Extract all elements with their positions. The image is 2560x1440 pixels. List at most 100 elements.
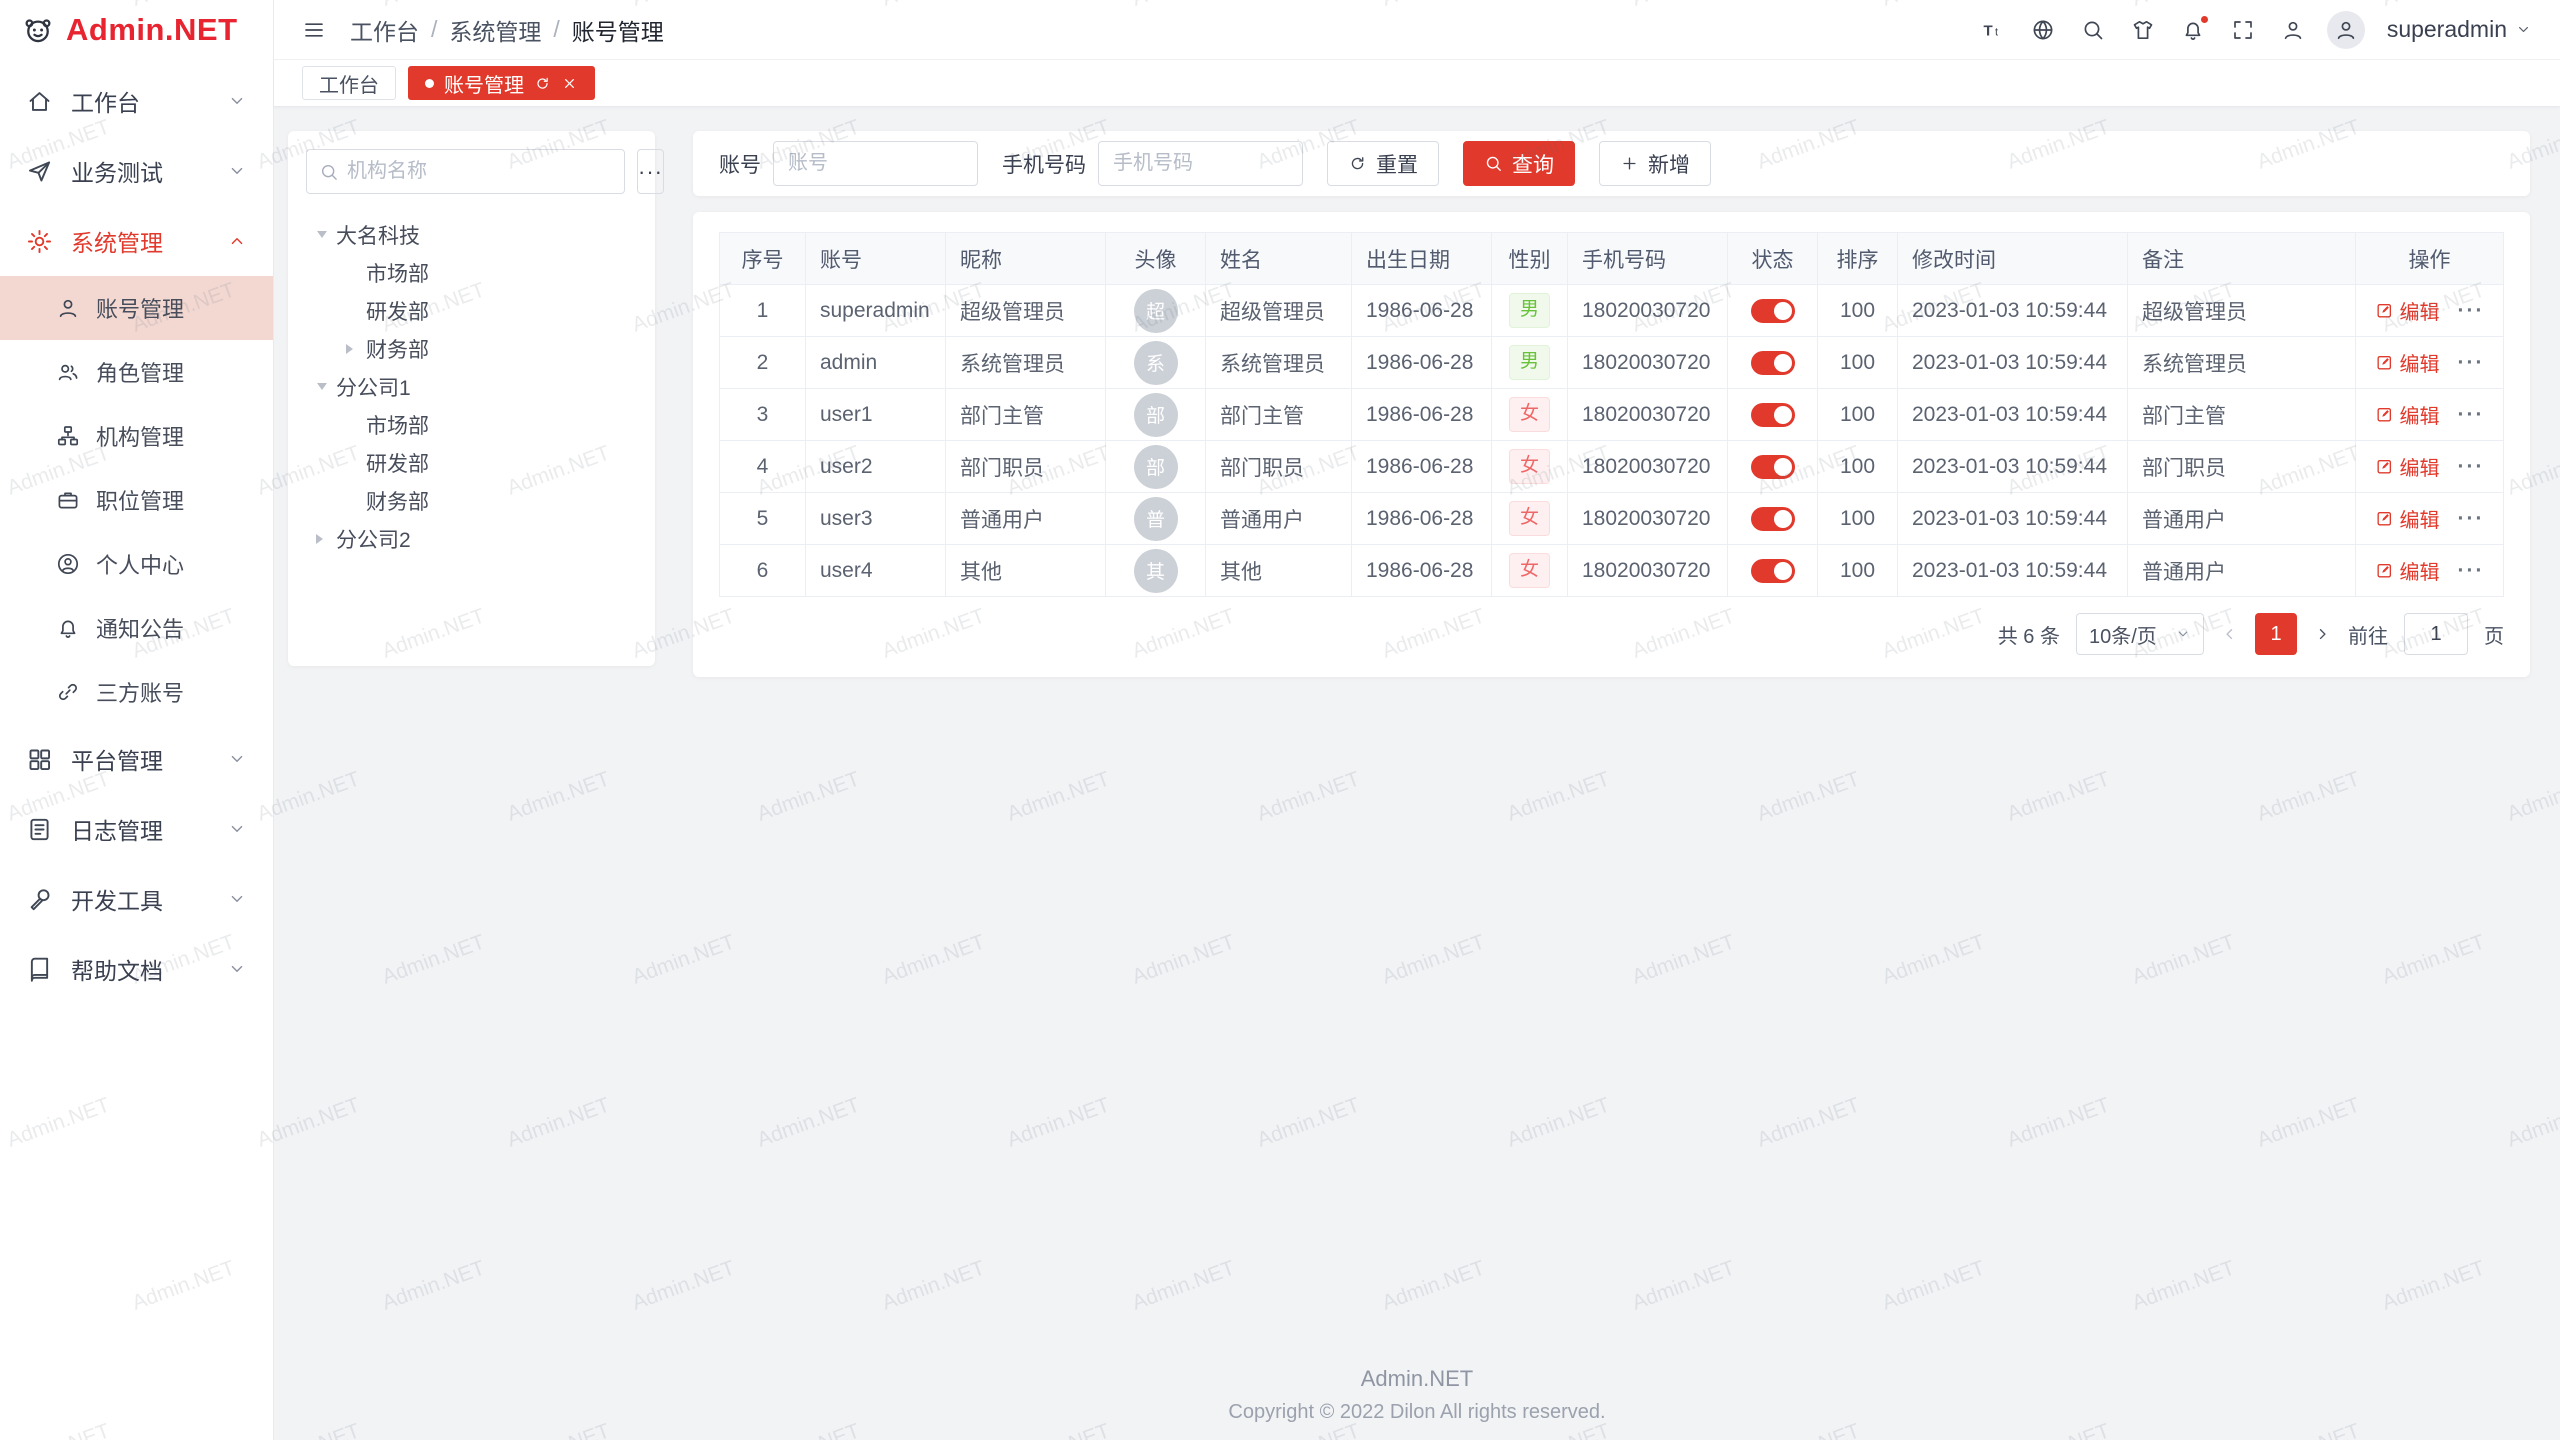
more-actions-button[interactable]: ···	[2458, 351, 2485, 374]
caret-down-icon[interactable]	[317, 383, 327, 395]
link-icon	[56, 680, 80, 704]
more-actions-button[interactable]: ···	[2458, 403, 2485, 426]
cell-modified-time: 2023-01-03 10:59:44	[1898, 389, 2128, 441]
user-menu[interactable]: superadmin	[2387, 16, 2532, 43]
chevron-down-icon	[227, 749, 247, 769]
sidebar-item-log-management[interactable]: 日志管理	[0, 794, 273, 864]
refresh-icon[interactable]	[534, 75, 551, 92]
tab-workbench[interactable]: 工作台	[302, 66, 396, 100]
breadcrumb-item[interactable]: 工作台	[350, 13, 419, 47]
gender-badge: 男	[1509, 293, 1550, 328]
column-header: 昵称	[946, 233, 1106, 285]
hamburger-menu-icon[interactable]	[302, 18, 326, 42]
language-icon[interactable]	[2031, 18, 2055, 42]
status-toggle[interactable]	[1751, 403, 1795, 427]
sidebar-item-help-docs[interactable]: 帮助文档	[0, 934, 273, 1004]
cell-actions: 编辑 ···	[2356, 389, 2504, 441]
sidebar-item-business-test[interactable]: 业务测试	[0, 136, 273, 206]
close-icon[interactable]	[561, 75, 578, 92]
tree-node[interactable]: 大名科技	[306, 216, 637, 254]
briefcase-icon	[56, 488, 80, 512]
sidebar-subitem-personal-center[interactable]: 个人中心	[0, 532, 273, 596]
chevron-down-icon	[227, 91, 247, 111]
sidebar-item-platform-management[interactable]: 平台管理	[0, 724, 273, 794]
status-toggle[interactable]	[1751, 455, 1795, 479]
tree-node[interactable]: 研发部	[306, 292, 637, 330]
cell-nickname: 部门职员	[946, 441, 1106, 493]
sidebar-subitem-org-management[interactable]: 机构管理	[0, 404, 273, 468]
prev-page-button[interactable]	[2220, 625, 2239, 644]
avatar[interactable]	[2327, 11, 2365, 49]
sidebar-subitem-notice[interactable]: 通知公告	[0, 596, 273, 660]
cell-status	[1728, 441, 1818, 493]
search-icon[interactable]	[2081, 18, 2105, 42]
tree-node[interactable]: 分公司2	[306, 520, 637, 558]
sidebar-subitem-role-management[interactable]: 角色管理	[0, 340, 273, 404]
fullscreen-icon[interactable]	[2231, 18, 2255, 42]
phone-query-item: 手机号码	[1002, 141, 1303, 186]
more-actions-button[interactable]: ···	[2458, 559, 2485, 582]
status-toggle[interactable]	[1751, 507, 1795, 531]
goto-page-input[interactable]	[2404, 613, 2468, 655]
profile-icon	[56, 552, 80, 576]
column-header: 姓名	[1206, 233, 1352, 285]
more-actions-button[interactable]: ···	[2458, 299, 2485, 322]
next-page-button[interactable]	[2313, 625, 2332, 644]
tab-account-management[interactable]: 账号管理	[408, 66, 595, 100]
font-size-icon[interactable]: Tt	[1981, 18, 2005, 42]
sidebar-subitem-account-management[interactable]: 账号管理	[0, 276, 273, 340]
sidebar-item-label: 帮助文档	[71, 952, 163, 986]
edit-button[interactable]: 编辑	[2375, 348, 2440, 377]
tab-label: 工作台	[319, 69, 379, 98]
more-actions-button[interactable]: ···	[2458, 507, 2485, 530]
logo[interactable]: Admin.NET	[0, 0, 273, 60]
page-size-select[interactable]: 10条/页	[2076, 613, 2204, 655]
tree-node-label: 市场部	[366, 258, 429, 288]
theme-icon[interactable]	[2131, 18, 2155, 42]
tree-node-label: 分公司2	[336, 524, 411, 554]
tree-node[interactable]: 财务部	[306, 330, 637, 368]
account-input[interactable]	[773, 141, 978, 186]
edit-button[interactable]: 编辑	[2375, 452, 2440, 481]
cell-name: 部门主管	[1206, 389, 1352, 441]
phone-input[interactable]	[1098, 141, 1303, 186]
cell-birth-date: 1986-06-28	[1352, 493, 1492, 545]
sidebar-subitem-third-party-account[interactable]: 三方账号	[0, 660, 273, 724]
tree-node[interactable]: 市场部	[306, 406, 637, 444]
sidebar-item-workbench[interactable]: 工作台	[0, 66, 273, 136]
sidebar-subitem-label: 三方账号	[96, 676, 184, 708]
sidebar-item-dev-tools[interactable]: 开发工具	[0, 864, 273, 934]
username: superadmin	[2387, 16, 2507, 43]
edit-button[interactable]: 编辑	[2375, 400, 2440, 429]
caret-right-icon[interactable]	[346, 344, 358, 354]
cell-actions: 编辑 ···	[2356, 493, 2504, 545]
org-more-button[interactable]: ···	[637, 149, 664, 194]
add-button[interactable]: 新增	[1599, 141, 1711, 186]
more-actions-button[interactable]: ···	[2458, 455, 2485, 478]
caret-down-icon[interactable]	[317, 231, 327, 243]
status-toggle[interactable]	[1751, 299, 1795, 323]
reset-button[interactable]: 重置	[1327, 141, 1439, 186]
cell-modified-time: 2023-01-03 10:59:44	[1898, 337, 2128, 389]
sidebar-subitem-position-management[interactable]: 职位管理	[0, 468, 273, 532]
org-search-input[interactable]	[347, 160, 612, 183]
status-toggle[interactable]	[1751, 351, 1795, 375]
cell-actions: 编辑 ···	[2356, 337, 2504, 389]
tree-node[interactable]: 财务部	[306, 482, 637, 520]
sidebar-item-system-management[interactable]: 系统管理	[0, 206, 273, 276]
edit-button[interactable]: 编辑	[2375, 296, 2440, 325]
tree-node[interactable]: 研发部	[306, 444, 637, 482]
search-button[interactable]: 查询	[1463, 141, 1575, 186]
page-number-1[interactable]: 1	[2255, 613, 2297, 655]
profile-icon[interactable]	[2281, 18, 2305, 42]
breadcrumb-item[interactable]: 系统管理	[449, 13, 541, 47]
tree-node[interactable]: 市场部	[306, 254, 637, 292]
edit-button[interactable]: 编辑	[2375, 504, 2440, 533]
tree-node[interactable]: 分公司1	[306, 368, 637, 406]
notification-icon[interactable]	[2181, 18, 2205, 42]
status-toggle[interactable]	[1751, 559, 1795, 583]
edit-button[interactable]: 编辑	[2375, 556, 2440, 585]
chevron-down-icon	[2175, 626, 2191, 642]
account-query-item: 账号	[719, 141, 978, 186]
caret-right-icon[interactable]	[316, 534, 328, 544]
